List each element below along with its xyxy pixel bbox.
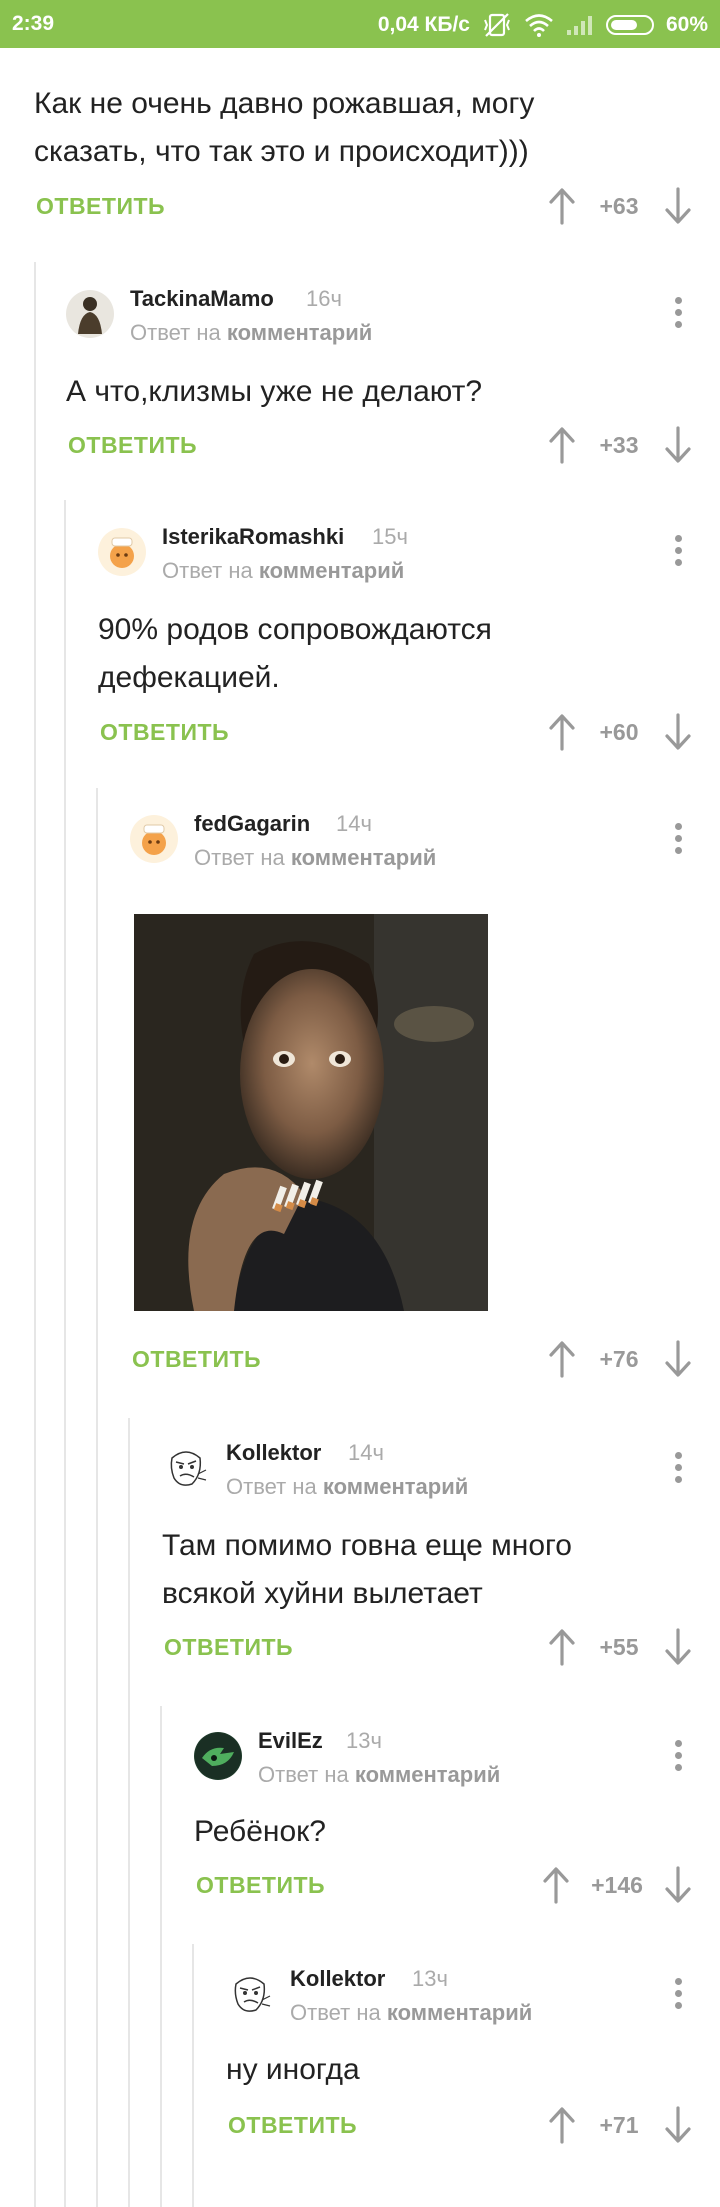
comment-text: ну иногда (226, 2053, 360, 2086)
reply-button[interactable]: ОТВЕТИТЬ (196, 1872, 325, 1899)
user-avatar-icon (195, 1733, 241, 1779)
reply-to-prefix: Ответ на (162, 558, 253, 583)
avatar[interactable] (162, 1444, 210, 1492)
upvote-arrow-icon[interactable] (548, 1340, 576, 1378)
rating-value: +76 (599, 1346, 639, 1372)
comment-time: 15ч (372, 524, 408, 549)
vibrate-off-icon (484, 13, 510, 37)
status-bar: 2:39 0,04 КБ/с 60% (0, 0, 720, 48)
comment-time: 14ч (336, 811, 372, 836)
more-menu-icon[interactable] (673, 1452, 683, 1488)
reply-to-prefix: Ответ на (194, 845, 285, 870)
battery-icon (605, 15, 654, 35)
comment-text: 90% родов сопровождаются дефекацией. (98, 613, 492, 694)
reply-to-label: Ответ на комментарий (226, 1474, 468, 1500)
rating-value: +55 (599, 1634, 639, 1660)
reply-to-link[interactable]: комментарий (355, 1762, 500, 1787)
upvote-arrow-icon[interactable] (548, 426, 576, 464)
username[interactable]: EvilEz (258, 1728, 323, 1754)
default-avatar-icon (142, 824, 166, 855)
thread-line (192, 1944, 194, 2207)
more-menu-icon[interactable] (673, 1740, 683, 1776)
reply-to-link[interactable]: комментарий (387, 2000, 532, 2025)
comment-text: Ребёнок? (194, 1815, 326, 1848)
more-menu-icon[interactable] (673, 823, 683, 859)
reply-to-label: Ответ на комментарий (290, 2000, 532, 2026)
upvote-arrow-icon[interactable] (548, 1628, 576, 1666)
upvote-arrow-icon[interactable] (548, 713, 576, 751)
thread-line (34, 262, 36, 2207)
reply-to-label: Ответ на комментарий (194, 845, 436, 871)
avatar[interactable] (194, 1732, 242, 1780)
signal-icon (566, 16, 592, 35)
user-avatar-icon (78, 297, 102, 334)
comment-time: 13ч (412, 1966, 448, 1991)
reply-to-link[interactable]: комментарий (259, 558, 404, 583)
reply-to-label: Ответ на комментарий (162, 558, 404, 584)
reply-button[interactable]: ОТВЕТИТЬ (68, 432, 197, 459)
clock: 2:39 (12, 12, 55, 35)
comment-time: 13ч (346, 1728, 382, 1753)
rating-value: +146 (591, 1872, 643, 1898)
reply-button[interactable]: ОТВЕТИТЬ (164, 1634, 293, 1661)
wifi-icon (525, 14, 553, 37)
more-menu-icon[interactable] (673, 297, 683, 333)
avatar[interactable] (66, 290, 114, 338)
upvote-arrow-icon[interactable] (548, 187, 576, 225)
network-speed: 0,04 КБ/с (377, 13, 470, 36)
downvote-arrow-icon[interactable] (664, 1628, 692, 1666)
thread-line (160, 1706, 162, 2207)
downvote-arrow-icon[interactable] (664, 187, 692, 225)
default-avatar-icon (110, 537, 134, 568)
rage-face-avatar-icon (234, 1977, 271, 2012)
comment-text: Там помимо говна еще много всякой хуйни … (162, 1529, 572, 1610)
downvote-arrow-icon[interactable] (664, 1340, 692, 1378)
rage-face-avatar-icon (170, 1451, 207, 1486)
more-menu-icon[interactable] (673, 535, 683, 571)
reply-to-prefix: Ответ на (290, 2000, 381, 2025)
rating-value: +60 (599, 719, 639, 745)
username[interactable]: Kollektor (226, 1440, 321, 1466)
reply-to-prefix: Ответ на (258, 1762, 349, 1787)
reply-to-prefix: Ответ на (130, 320, 221, 345)
username[interactable]: TackinaMamo (130, 286, 274, 312)
reply-button[interactable]: ОТВЕТИТЬ (132, 1346, 261, 1373)
man-smoking-photo (134, 914, 488, 1311)
rating-value: +63 (599, 193, 639, 219)
avatar[interactable] (130, 815, 178, 863)
downvote-arrow-icon[interactable] (664, 713, 692, 751)
battery-level: 60% (665, 13, 708, 36)
upvote-arrow-icon[interactable] (548, 2106, 576, 2144)
reply-to-label: Ответ на комментарий (130, 320, 372, 346)
thread-line (96, 788, 98, 2207)
reply-button[interactable]: ОТВЕТИТЬ (228, 2112, 357, 2139)
rating-value: +71 (599, 2112, 639, 2138)
reply-to-link[interactable]: комментарий (291, 845, 436, 870)
downvote-arrow-icon[interactable] (664, 2106, 692, 2144)
comment-time: 16ч (306, 286, 342, 311)
comment-text: А что,клизмы уже не делают? (66, 375, 483, 408)
comment-text: Как не очень давно рожавшая, могу сказат… (34, 87, 535, 168)
more-menu-icon[interactable] (673, 1978, 683, 2014)
reply-to-link[interactable]: комментарий (227, 320, 372, 345)
comment-time: 14ч (348, 1440, 384, 1465)
reply-to-prefix: Ответ на (226, 1474, 317, 1499)
rating-value: +33 (599, 432, 639, 458)
upvote-arrow-icon[interactable] (542, 1866, 570, 1904)
avatar[interactable] (226, 1970, 274, 2018)
avatar[interactable] (98, 528, 146, 576)
thread-line (128, 1418, 130, 2207)
username[interactable]: Kollektor (290, 1966, 385, 1992)
reply-button[interactable]: ОТВЕТИТЬ (100, 719, 229, 746)
reply-button[interactable]: ОТВЕТИТЬ (36, 193, 165, 220)
username[interactable]: fedGagarin (194, 811, 310, 837)
reply-to-label: Ответ на комментарий (258, 1762, 500, 1788)
reply-to-link[interactable]: комментарий (323, 1474, 468, 1499)
comment-image[interactable] (134, 914, 488, 1311)
username[interactable]: IsterikaRomashki (162, 524, 344, 550)
thread-line (64, 500, 66, 2207)
downvote-arrow-icon[interactable] (664, 1866, 692, 1904)
downvote-arrow-icon[interactable] (664, 426, 692, 464)
